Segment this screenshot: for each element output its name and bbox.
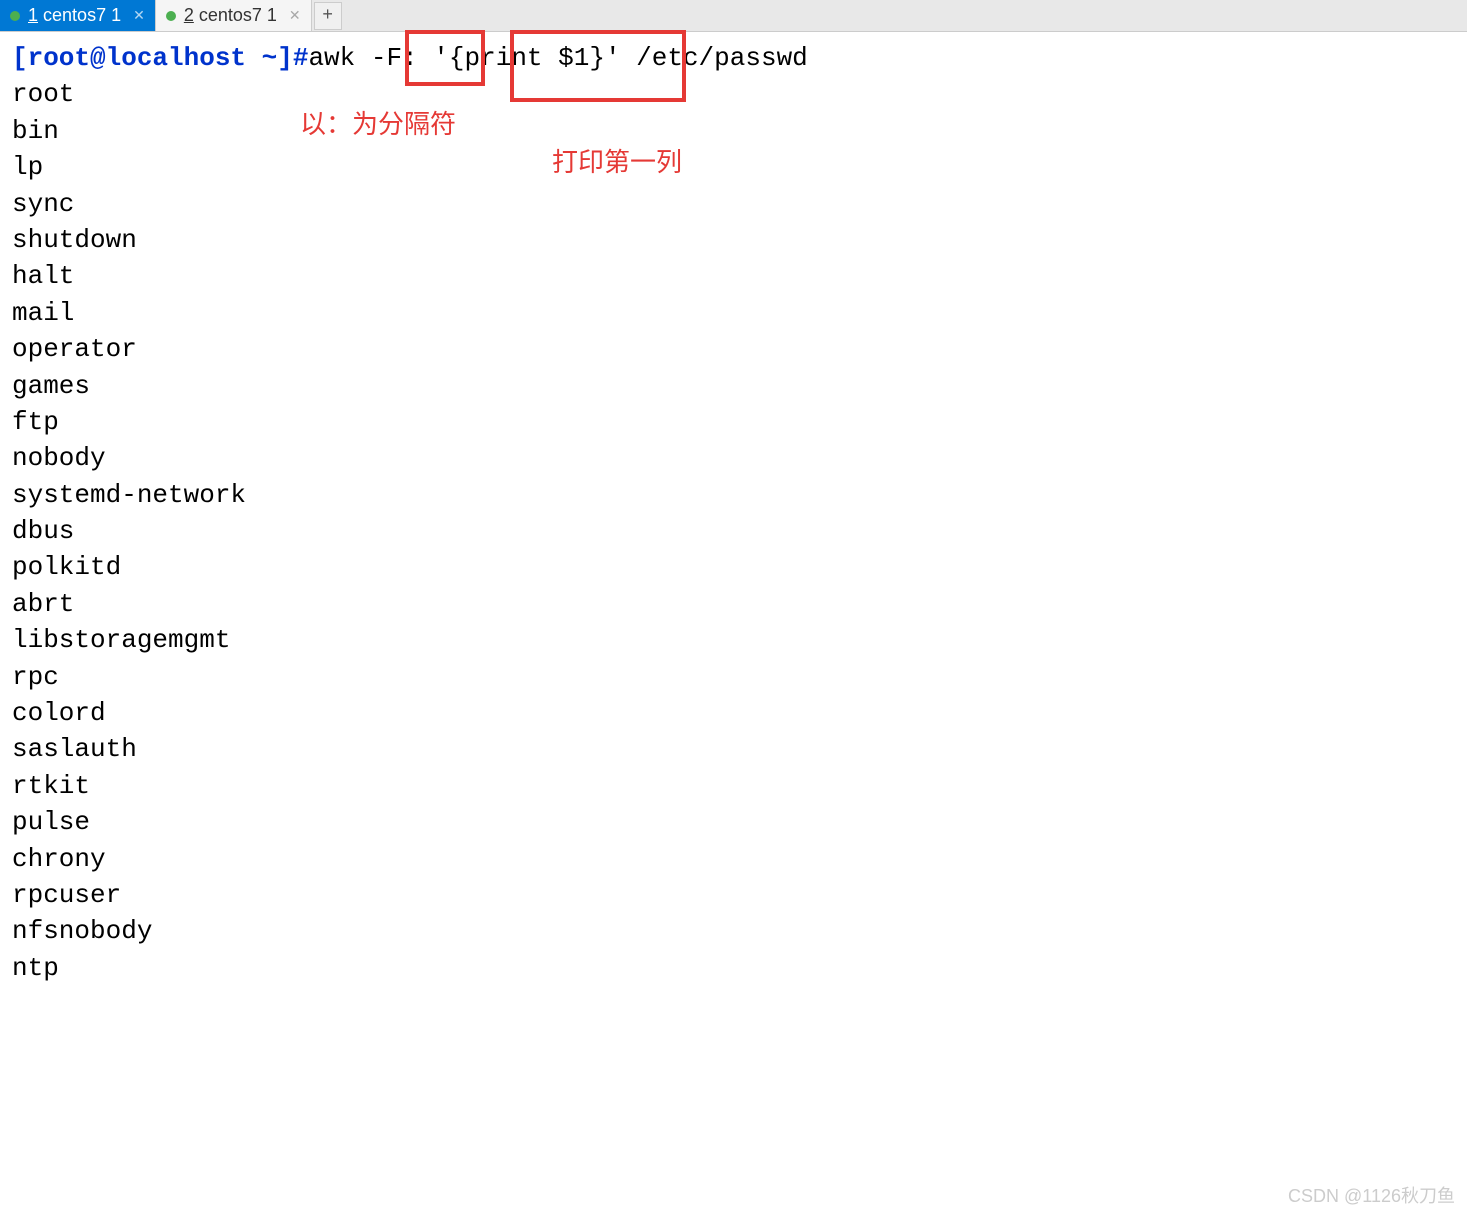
output-line: shutdown [12,222,1455,258]
tab-centos7-1-inactive[interactable]: 2 centos7 1 ✕ [156,0,312,31]
output-line: saslauth [12,731,1455,767]
command-file: ' /etc/passwd [605,43,808,73]
output-line: lp [12,149,1455,185]
command-print: {print $1} [449,43,605,73]
output-line: nfsnobody [12,913,1455,949]
watermark: CSDN @1126秋刀鱼 [1288,1182,1455,1208]
output-line: sync [12,186,1455,222]
output-line: ftp [12,404,1455,440]
output-line: colord [12,695,1455,731]
output-line: abrt [12,586,1455,622]
output-line: ntp [12,950,1455,986]
prompt: [root@localhost ~]# [12,43,308,73]
output-line: libstoragemgmt [12,622,1455,658]
output-line: mail [12,295,1455,331]
output-line: dbus [12,513,1455,549]
terminal-output: rootbinlpsyncshutdownhaltmailoperatorgam… [12,76,1455,986]
command-quote1: ' [418,43,449,73]
output-line: systemd-network [12,477,1455,513]
command-line: [root@localhost ~]#awk -F: '{print $1}' … [12,40,1455,76]
output-line: rpcuser [12,877,1455,913]
status-dot-icon [10,11,20,21]
output-line: operator [12,331,1455,367]
close-icon[interactable]: ✕ [133,7,145,24]
output-line: rtkit [12,768,1455,804]
close-icon[interactable]: ✕ [289,7,301,24]
tab-centos7-1-active[interactable]: 1 centos7 1 ✕ [0,0,156,31]
new-tab-button[interactable]: + [314,2,342,30]
tab-label: 2 centos7 1 [184,5,277,26]
output-line: rpc [12,659,1455,695]
command-awk: awk [308,43,370,73]
output-line: chrony [12,841,1455,877]
output-line: nobody [12,440,1455,476]
output-line: pulse [12,804,1455,840]
status-dot-icon [166,11,176,21]
output-line: bin [12,113,1455,149]
tab-label: 1 centos7 1 [28,5,121,26]
output-line: polkitd [12,549,1455,585]
output-line: halt [12,258,1455,294]
output-line: games [12,368,1455,404]
output-line: root [12,76,1455,112]
tab-bar: 1 centos7 1 ✕ 2 centos7 1 ✕ + [0,0,1467,32]
terminal-area[interactable]: [root@localhost ~]#awk -F: '{print $1}' … [0,32,1467,994]
command-flag-F: -F: [371,43,418,73]
